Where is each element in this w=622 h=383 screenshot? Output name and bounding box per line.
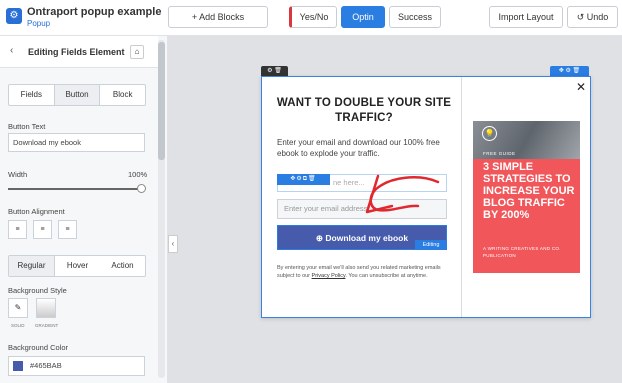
tab-regular[interactable]: Regular [9,256,55,276]
bg-color-input[interactable]: #465BAB [8,356,145,376]
book-subtitle: A WRITING CREATIVES AND CO. PUBLICATION [483,246,561,258]
button-text-label: Button Text [8,122,46,131]
collapse-sidebar-icon[interactable]: ‹ [168,235,178,253]
import-layout-button[interactable]: Import Layout [489,6,563,28]
tab-action[interactable]: Action [100,256,145,276]
privacy-policy-link[interactable]: Privacy Policy [312,273,346,279]
width-value: 100% [128,170,148,179]
tab-fields[interactable]: Fields [9,85,54,105]
bg-style-label: Background Style [8,286,67,295]
width-slider-track[interactable] [8,188,141,190]
tab-optin[interactable]: Optin [341,6,385,28]
top-bar: ⚙ Ontraport popup example Popup + Add Bl… [0,0,622,36]
gradient-caption: GRADIENT [35,323,59,328]
app-title: Ontraport popup example [27,6,162,18]
home-icon[interactable]: ⌂ [130,45,144,59]
popup-body: Enter your email and download our 100% f… [277,138,440,158]
gradient-option[interactable] [36,298,56,318]
color-value: #465BAB [30,361,62,370]
tab-hover[interactable]: Hover [55,256,100,276]
column-divider [461,77,462,317]
email-field[interactable]: Enter your email address [277,199,447,219]
app-subtitle[interactable]: Popup [27,19,50,28]
scroll-thumb[interactable] [158,42,165,160]
chevron-left-icon[interactable]: ‹ [10,45,13,56]
field-toolbar[interactable]: ✥⚙⧉🗑 [277,174,330,185]
lightbulb-icon: 💡 [482,126,497,141]
width-label: Width [8,170,28,179]
align-center-icon[interactable]: ≡ [33,220,52,239]
align-left-icon[interactable]: ≡ [8,220,27,239]
disclaimer: By entering your email we'll also send y… [277,264,449,280]
button-text-input[interactable]: Download my ebook [8,133,145,152]
gear-icon[interactable]: ⚙ [6,8,22,24]
sidebar-title: Editing Fields Element [28,47,125,57]
tab-button[interactable]: Button [53,85,101,105]
element-tabs: Fields Button Block [8,84,146,106]
ebook-cover: 💡 FREE GUIDE 3 SIMPLE STRATEGIES TO INCR… [473,121,580,273]
color-swatch[interactable] [13,361,23,371]
disclaimer-end: . You can unsubscribe at anytime. [345,273,428,279]
undo-icon: ↺ [576,12,585,22]
column-toolbar[interactable]: ✥ ⚙ 🗑 [550,66,589,76]
solid-caption: SOLID [11,323,25,328]
align-right-icon[interactable]: ≡ [58,220,77,239]
editing-badge: Editing [415,240,447,250]
download-label: Download my ebook [325,233,409,243]
book-guide-label: FREE GUIDE [483,151,516,156]
tab-yes-no[interactable]: Yes/No [289,6,337,28]
popup-headline: WANT TO DOUBLE YOUR SITE TRAFFIC? [276,97,452,124]
width-slider-handle[interactable] [137,184,146,193]
undo-label: Undo [586,12,609,22]
tab-success[interactable]: Success [389,6,441,28]
close-icon[interactable]: ✕ [576,80,586,94]
alignment-label: Button Alignment [8,207,65,216]
undo-button[interactable]: ↺ Undo [567,6,618,28]
sidebar-header: ‹ Editing Fields Element ⌂ [0,36,158,68]
popup-toolbar[interactable]: ⚙ 🗑 [261,66,288,76]
add-blocks-button[interactable]: + Add Blocks [168,6,268,28]
brush-icon[interactable]: ✎ [8,298,28,318]
state-tabs: Regular Hover Action [8,255,146,277]
bg-color-label: Background Color [8,343,69,352]
download-icon: ⊕ [315,233,324,243]
sidebar-scrollbar[interactable] [158,40,165,378]
tab-block[interactable]: Block [100,85,145,105]
book-title: 3 SIMPLE STRATEGIES TO INCREASE YOUR BLO… [483,161,575,221]
sidebar: ‹ Editing Fields Element ⌂ Fields Button… [0,36,168,383]
